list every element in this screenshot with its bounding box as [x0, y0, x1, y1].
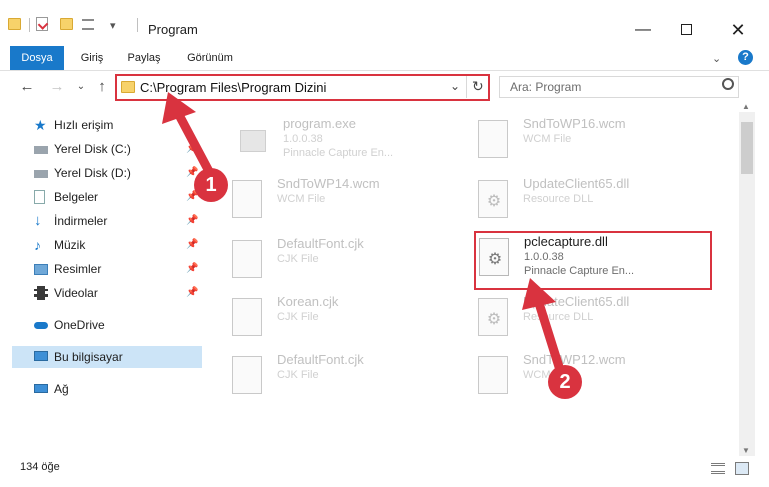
arrow-2	[522, 278, 565, 375]
arrow-1	[162, 92, 217, 182]
step-badge-1: 1	[194, 168, 228, 202]
step-badge-2: 2	[548, 365, 582, 399]
annotation-arrows	[162, 92, 565, 375]
